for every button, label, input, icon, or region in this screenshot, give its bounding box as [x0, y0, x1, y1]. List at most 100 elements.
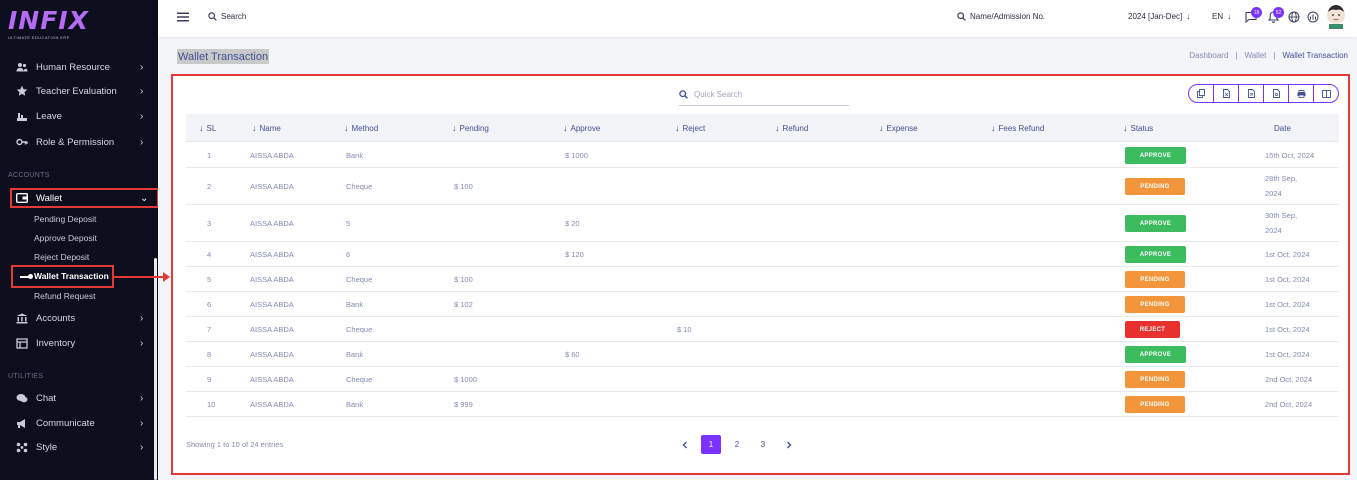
excel-button[interactable]	[1214, 85, 1239, 102]
session-select[interactable]: 2024 [Jan-Dec] ↓	[1128, 12, 1190, 21]
column-header-refund[interactable]: ↓ Refund	[775, 114, 808, 142]
cell-pending: $ 100	[454, 274, 473, 284]
sidebar-item-leave[interactable]: Leave ›	[0, 106, 158, 126]
annotation-arrow-line	[114, 276, 165, 278]
student-search[interactable]: Name/Admission No.	[957, 12, 1045, 21]
logo-tagline: ULTIMATE EDUCATION ERP	[8, 35, 70, 40]
status-badge: REJECT	[1125, 321, 1180, 338]
leave-icon	[16, 110, 28, 122]
date-line: 2nd Oct, 2024	[1265, 399, 1313, 409]
column-header-expense[interactable]: ↓ Expense	[879, 114, 918, 142]
pdf-button[interactable]	[1264, 85, 1289, 102]
session-label: 2024 [Jan-Dec]	[1128, 12, 1183, 21]
page-button-1[interactable]: 1	[701, 435, 721, 454]
sidebar-item-communicate[interactable]: Communicate ›	[0, 413, 158, 433]
cell-method: 6	[346, 249, 351, 259]
cell-approve: $ 60	[565, 349, 580, 359]
csv-button[interactable]	[1239, 85, 1264, 102]
breadcrumb-dashboard[interactable]: Dashboard	[1189, 51, 1228, 60]
sidebar-item-inventory[interactable]: Inventory ›	[0, 333, 158, 353]
sidebar-item-style[interactable]: Style ›	[0, 437, 158, 457]
cell-name: AISSA ABDA	[250, 150, 294, 160]
copy-icon	[1197, 89, 1205, 98]
page-button-2[interactable]: 2	[727, 435, 747, 454]
cell-name: AISSA ABDA	[250, 181, 294, 191]
column-header-pending[interactable]: ↓ Pending	[452, 114, 489, 142]
column-header-sl[interactable]: ↓ SL	[199, 114, 216, 142]
sidebar-item-chat[interactable]: Chat ›	[0, 388, 158, 408]
cell-approve: $ 1000	[565, 150, 588, 160]
table-header: ↓ SL ↓ Name ↓ Method ↓ Pending ↓ Approve ↓ Rej…	[186, 114, 1339, 142]
language-select[interactable]: EN ↓	[1212, 12, 1231, 21]
column-label: Date	[1274, 123, 1291, 133]
sidebar-item-role-permission[interactable]: Role & Permission ›	[0, 132, 158, 152]
column-header-method[interactable]: ↓ Method	[344, 114, 378, 142]
sidebar-item-label: Chat	[36, 392, 57, 404]
cell-method: Bank	[346, 299, 364, 309]
user-avatar[interactable]	[1326, 5, 1346, 29]
column-header-name[interactable]: ↓ Name	[252, 114, 281, 142]
columns-button[interactable]	[1314, 85, 1338, 102]
print-button[interactable]	[1289, 85, 1314, 102]
sidebar-subitem-reject-deposit[interactable]: Reject Deposit	[34, 250, 89, 264]
sidebar-scrollbar[interactable]	[154, 258, 157, 480]
page-button-3[interactable]: 3	[753, 435, 773, 454]
column-label: Pending	[459, 123, 489, 133]
column-header-status[interactable]: ↓ Status	[1123, 114, 1153, 142]
date-line: 1st Oct, 2024	[1265, 299, 1310, 309]
chat-icon	[16, 392, 28, 404]
previous-page-button[interactable]	[675, 435, 695, 454]
breadcrumb-wallet[interactable]: Wallet	[1244, 51, 1266, 60]
cell-date: 1st Oct, 2024	[1265, 342, 1310, 366]
cell-date: 1st Oct, 2024	[1265, 292, 1310, 316]
sidebar-subitem-approve-deposit[interactable]: Approve Deposit	[34, 231, 97, 245]
next-page-button[interactable]	[779, 435, 799, 454]
menu-toggle-button[interactable]	[177, 12, 189, 22]
arrow-down-icon: ↓	[1186, 12, 1191, 21]
sidebar-item-teacher-evaluation[interactable]: Teacher Evaluation ›	[0, 81, 158, 101]
copy-button[interactable]	[1189, 85, 1214, 102]
cell-date: 1st Oct, 2024	[1265, 267, 1310, 291]
cell-pending: $ 102	[454, 299, 473, 309]
sidebar-item-accounts[interactable]: Accounts ›	[0, 308, 158, 328]
sidebar-item-label: Role & Permission	[36, 136, 115, 148]
status-badge: PENDING	[1125, 271, 1185, 288]
logo[interactable]: INFIX ULTIMATE EDUCATION ERP	[8, 6, 89, 41]
website-button[interactable]	[1288, 11, 1300, 23]
chat-button[interactable]: 18	[1245, 7, 1262, 23]
column-header-reject[interactable]: ↓ Reject	[675, 114, 705, 142]
breadcrumb: Dashboard | Wallet | Wallet Transaction	[1189, 51, 1348, 60]
chat-badge: 18	[1251, 7, 1262, 18]
cell-method: Bank	[346, 349, 364, 359]
cell-date: 1st Oct, 2024	[1265, 242, 1310, 266]
sidebar-subitem-pending-deposit[interactable]: Pending Deposit	[34, 212, 96, 226]
column-header-date[interactable]: Date	[1274, 114, 1291, 142]
topbar: Search Name/Admission No. 2024 [Jan-Dec]…	[158, 0, 1357, 37]
breadcrumb-current: Wallet Transaction	[1282, 51, 1348, 60]
cell-method: Bank	[346, 150, 364, 160]
sidebar-item-label: Accounts	[36, 312, 76, 324]
cell-date: 2nd Oct, 2024	[1265, 392, 1312, 416]
table-row: 7 AISSA ABDA Cheque $ 10 REJECT 1st Oct, 2024	[186, 317, 1339, 342]
notification-button[interactable]: 52	[1268, 7, 1284, 23]
search-label: Search	[221, 12, 247, 21]
quick-search-input[interactable]: Quick Search	[679, 84, 849, 106]
cell-date: 28th Sep, 2024	[1265, 168, 1297, 204]
column-label: Method	[351, 123, 379, 133]
csv-file-icon	[1247, 89, 1255, 98]
chevron-right-icon: ›	[140, 136, 144, 148]
table-row: 5 AISSA ABDA Cheque $ 100 PENDING 1st Oct, 20…	[186, 267, 1339, 292]
gift-button[interactable]	[1307, 11, 1319, 23]
cell-sl: 2	[207, 181, 212, 191]
table-row: 8 AISSA ABDA Bank $ 60 APPROVE 1st Oct, 2024	[186, 342, 1339, 367]
global-search[interactable]: Search	[208, 12, 246, 21]
cell-method: Cheque	[346, 374, 373, 384]
cell-sl: 6	[207, 299, 212, 309]
megaphone-icon	[16, 417, 28, 429]
logo-text: INFIX	[8, 6, 89, 35]
column-header-fees-refund[interactable]: ↓ Fees Refund	[991, 114, 1044, 142]
column-header-approve[interactable]: ↓ Approve	[563, 114, 600, 142]
sidebar-item-human-resource[interactable]: Human Resource ›	[0, 57, 158, 77]
sidebar-subitem-refund-request[interactable]: Refund Request	[34, 289, 95, 303]
chevron-right-icon: ›	[140, 110, 144, 122]
